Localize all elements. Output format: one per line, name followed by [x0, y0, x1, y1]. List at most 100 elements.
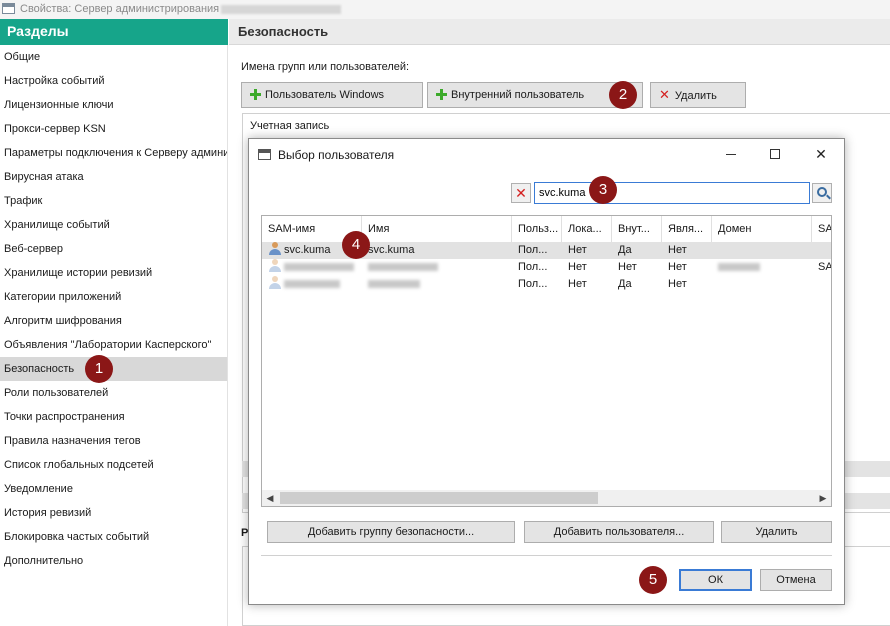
column-header-sa[interactable]: SA	[812, 216, 831, 242]
step-marker-2: 2	[609, 81, 637, 109]
column-header-local[interactable]: Лока...	[562, 216, 612, 242]
plus-icon	[436, 89, 447, 100]
cell-local: Нет	[568, 261, 587, 273]
search-icon-handle	[826, 194, 831, 200]
sidebar-item-virus-attack[interactable]: Вирусная атака	[0, 165, 227, 189]
sidebar-item-security[interactable]: Безопасность	[0, 357, 227, 381]
cell-is: Нет	[668, 261, 687, 273]
user-icon	[268, 276, 282, 290]
redacted-name	[368, 280, 420, 289]
sidebar-item-traffic[interactable]: Трафик	[0, 189, 227, 213]
ok-button[interactable]: ОК	[679, 569, 752, 591]
add-security-group-button[interactable]: Добавить группу безопасности...	[267, 521, 515, 543]
add-user-button[interactable]: Добавить пользователя...	[524, 521, 714, 543]
remove-button[interactable]: Удалить	[721, 521, 832, 543]
close-button[interactable]: ✕	[809, 143, 833, 165]
groups-label: Имена групп или пользователей:	[241, 61, 410, 73]
account-column-header: Учетная запись	[250, 120, 330, 132]
cell-user: Пол...	[518, 278, 548, 290]
sidebar-item-user-roles[interactable]: Роли пользователей	[0, 381, 227, 405]
scroll-right-icon[interactable]: ▶	[815, 490, 831, 506]
sidebar-item-notification[interactable]: Уведомление	[0, 477, 227, 501]
sidebar-item-frequent-events-block[interactable]: Блокировка частых событий	[0, 525, 227, 549]
sidebar-item-revision-history[interactable]: История ревизий	[0, 501, 227, 525]
redacted-sam	[284, 280, 340, 289]
users-table: SAM-имя Имя Польз... Лока... Внут... Явл…	[261, 215, 832, 507]
window-title: Свойства: Сервер администрирования	[20, 3, 342, 15]
cell-name: svc.kuma	[368, 244, 415, 256]
maximize-icon	[770, 149, 780, 159]
sidebar-item-tag-rules[interactable]: Правила назначения тегов	[0, 429, 227, 453]
sidebar-item-connection-params[interactable]: Параметры подключения к Серверу админи	[0, 141, 227, 165]
horizontal-scrollbar[interactable]: ◀ ▶	[262, 490, 831, 506]
column-header-domain[interactable]: Домен	[712, 216, 812, 242]
sidebar-item-web-server[interactable]: Веб-сервер	[0, 237, 227, 261]
sidebar: Общие Настройка событий Лицензионные клю…	[0, 45, 228, 626]
cell-local: Нет	[568, 244, 587, 256]
cell-domain	[712, 259, 812, 276]
cell-sam	[262, 259, 362, 276]
sidebar-item-event-settings[interactable]: Настройка событий	[0, 69, 227, 93]
step-marker-5: 5	[639, 566, 667, 594]
search-input[interactable]	[534, 182, 810, 204]
sidebar-item-event-storage[interactable]: Хранилище событий	[0, 213, 227, 237]
column-header-internal[interactable]: Внут...	[612, 216, 662, 242]
cell-name	[362, 259, 512, 276]
step-marker-1: 1	[85, 355, 113, 383]
window-titlebar: Свойства: Сервер администрирования	[0, 0, 890, 19]
add-windows-user-button[interactable]: Пользователь Windows	[241, 82, 423, 108]
cell-user: Пол...	[518, 261, 548, 273]
clear-x-icon: ✕	[515, 185, 527, 201]
table-row[interactable]: Пол... Нет Да Нет	[262, 276, 831, 293]
table-row[interactable]: Пол... Нет Нет Нет SA	[262, 259, 832, 276]
redacted-domain	[718, 263, 760, 272]
sidebar-item-distribution-points[interactable]: Точки распространения	[0, 405, 227, 429]
column-header-user[interactable]: Польз...	[512, 216, 562, 242]
cancel-button[interactable]: Отмена	[760, 569, 832, 591]
scroll-thumb[interactable]	[280, 492, 598, 504]
sidebar-item-global-subnets[interactable]: Список глобальных подсетей	[0, 453, 227, 477]
minimize-button[interactable]	[719, 143, 743, 165]
close-icon: ✕	[815, 146, 827, 162]
user-icon	[268, 242, 282, 256]
delete-x-icon: ✕	[659, 87, 670, 102]
redacted-sam	[284, 263, 354, 272]
scroll-left-icon[interactable]: ◀	[262, 490, 278, 506]
delete-label: Удалить	[674, 90, 717, 102]
sidebar-item-encryption[interactable]: Алгоритм шифрования	[0, 309, 227, 333]
cell-sam	[262, 276, 362, 293]
sidebar-item-advanced[interactable]: Дополнительно	[0, 549, 227, 573]
maximize-button[interactable]	[763, 143, 787, 165]
sidebar-item-general[interactable]: Общие	[0, 45, 227, 69]
plus-icon	[250, 89, 261, 100]
column-header-name[interactable]: Имя	[362, 216, 512, 242]
dialog-divider	[261, 555, 832, 556]
sidebar-item-revision-storage[interactable]: Хранилище истории ревизий	[0, 261, 227, 285]
redacted-name	[368, 263, 438, 272]
sidebar-item-announcements[interactable]: Объявления "Лаборатории Касперского"	[0, 333, 227, 357]
select-user-dialog: Выбор пользователя ✕ ✕ SAM-имя Имя Польз…	[248, 138, 845, 605]
dialog-title: Выбор пользователя	[278, 148, 395, 162]
minimize-icon	[726, 154, 736, 155]
section-title: Безопасность	[229, 19, 890, 45]
clear-search-button[interactable]: ✕	[511, 183, 531, 203]
search-button[interactable]	[812, 183, 832, 203]
cell-name	[362, 276, 512, 293]
delete-button[interactable]: ✕ Удалить	[650, 82, 746, 108]
sidebar-item-ksn-proxy[interactable]: Прокси-сервер KSN	[0, 117, 227, 141]
add-windows-user-label: Пользователь Windows	[265, 89, 385, 101]
cell-user: Пол...	[518, 244, 548, 256]
dialog-icon	[258, 149, 271, 160]
cell-is: Нет	[668, 278, 687, 290]
cell-local: Нет	[568, 278, 587, 290]
cell-internal: Нет	[618, 261, 637, 273]
cell-sam-text: svc.kuma	[284, 244, 331, 256]
cell-sa: SA	[818, 261, 832, 273]
sidebar-item-license-keys[interactable]: Лицензионные ключи	[0, 93, 227, 117]
cell-internal: Да	[618, 244, 632, 256]
sidebar-item-app-categories[interactable]: Категории приложений	[0, 285, 227, 309]
sidebar-header: Разделы	[0, 19, 228, 45]
column-header-is[interactable]: Явля...	[662, 216, 712, 242]
user-icon	[268, 259, 282, 273]
cell-internal: Да	[618, 278, 632, 290]
